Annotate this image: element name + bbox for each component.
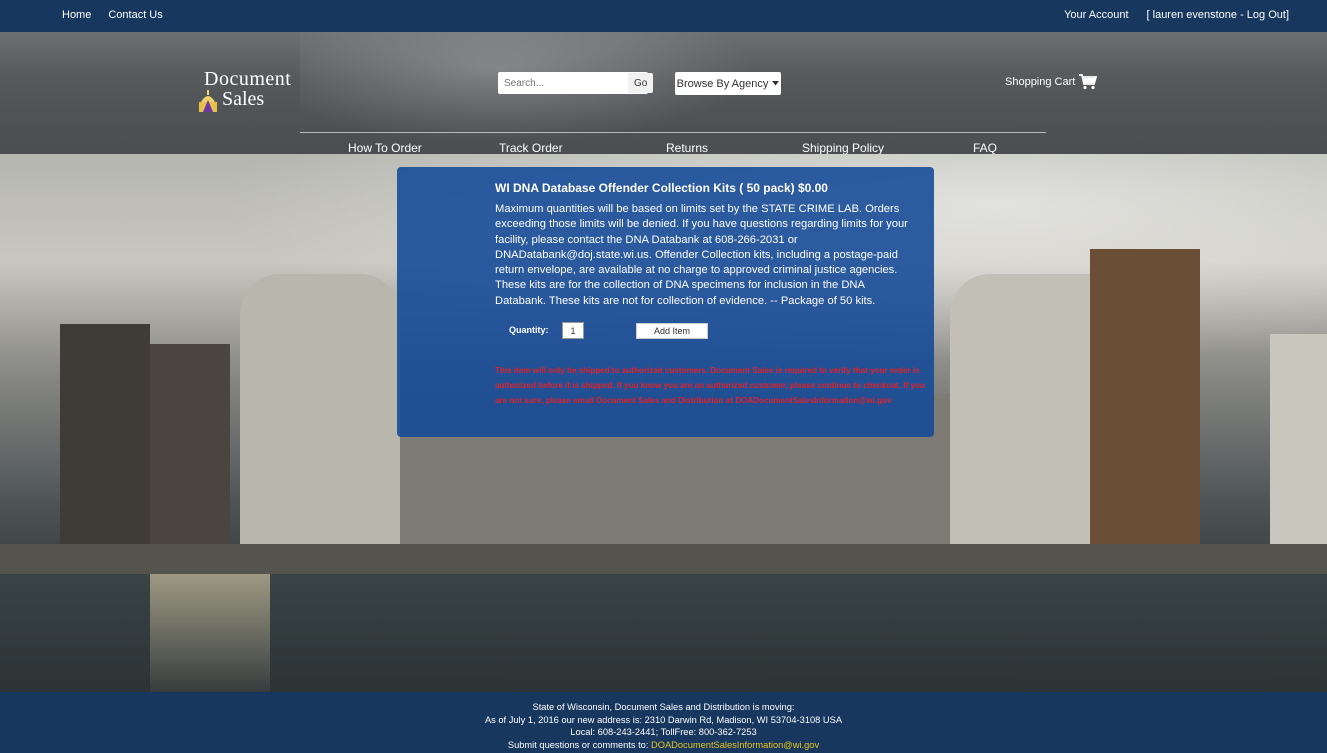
nav-returns[interactable]: Returns: [666, 141, 708, 155]
capitol-logo-icon: [199, 90, 217, 112]
browse-by-agency-dropdown[interactable]: Browse By Agency: [675, 72, 781, 95]
footer-line-1: State of Wisconsin, Document Sales and D…: [532, 702, 795, 712]
authorization-warning: This item will only be shipped to author…: [495, 363, 925, 408]
page: Home Contact Us Your Account [ lauren ev…: [0, 0, 1327, 753]
browse-label: Browse By Agency: [676, 77, 769, 90]
site-header: Document Sales Go Browse By Agency Shopp…: [0, 32, 1327, 165]
search-input[interactable]: [498, 73, 628, 93]
product-panel: WI DNA Database Offender Collection Kits…: [397, 167, 934, 437]
product-title: WI DNA Database Offender Collection Kits…: [495, 181, 828, 195]
top-links: Home Contact Us: [62, 9, 163, 21]
search-go-button[interactable]: Go: [628, 73, 654, 93]
nav-how-to-order[interactable]: How To Order: [348, 141, 422, 155]
quantity-label: Quantity:: [509, 325, 549, 335]
add-item-button[interactable]: Add Item: [636, 323, 708, 339]
nav-faq[interactable]: FAQ: [973, 141, 997, 155]
footer-line-4: Submit questions or comments to: DOADocu…: [0, 739, 1327, 752]
nav-shipping-policy[interactable]: Shipping Policy: [802, 141, 884, 155]
your-account-link[interactable]: Your Account: [1064, 9, 1128, 21]
footer-line-2: As of July 1, 2016 our new address is: 2…: [484, 714, 843, 725]
footer-line-4-prefix: Submit questions or comments to:: [507, 739, 652, 750]
footer-line-3: Local: 608-243-2441; TollFree: 800-362-7…: [570, 727, 757, 737]
shopping-cart-icon: [1079, 74, 1098, 90]
nav-track-order[interactable]: Track Order: [499, 141, 563, 155]
logo-line-2: Sales: [222, 88, 265, 110]
site-footer: State of Wisconsin, Document Sales and D…: [0, 692, 1327, 753]
warning-email-link[interactable]: DOADocumentSalesInformation@wi.gov: [735, 396, 891, 405]
caret-down-icon: [772, 81, 780, 86]
product-description: Maximum quantities will be based on limi…: [495, 203, 908, 307]
top-bar: Home Contact Us Your Account [ lauren ev…: [0, 0, 1327, 32]
site-logo[interactable]: Document Sales: [194, 66, 344, 116]
logout-link[interactable]: [ lauren evenstone - Log Out]: [1147, 9, 1289, 21]
contact-us-link[interactable]: Contact Us: [108, 9, 162, 21]
search-box: Go: [498, 72, 654, 94]
shopping-cart-label: Shopping Cart: [1005, 76, 1076, 88]
quantity-input[interactable]: [562, 322, 584, 339]
shopping-cart-link[interactable]: Shopping Cart: [1005, 74, 1098, 90]
home-link[interactable]: Home: [62, 9, 91, 21]
footer-email-link[interactable]: DOADocumentSalesInformation@wi.gov: [651, 740, 819, 750]
account-links: Your Account [ lauren evenstone - Log Ou…: [1064, 9, 1289, 21]
